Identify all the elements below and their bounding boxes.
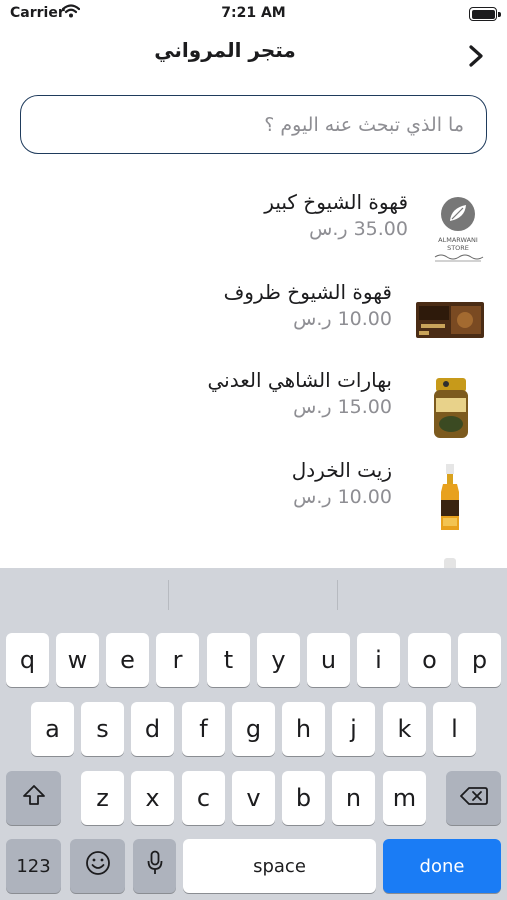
product-price: 10.00 ر.س	[293, 308, 392, 330]
product-text: زيت الخردل 10.00 ر.س	[292, 458, 392, 508]
emoji-key[interactable]	[70, 839, 125, 893]
battery-cap	[498, 12, 501, 17]
product-name: قهوة الشيوخ ظروف	[223, 280, 392, 304]
product-item[interactable]	[0, 548, 507, 570]
product-text: قهوة الشيوخ ظروف 10.00 ر.س	[224, 280, 392, 330]
product-item[interactable]: ALMARWANI STORE قهوة الشيوخ كبير 35.00 ر…	[0, 190, 507, 270]
shift-key[interactable]	[6, 771, 61, 825]
logo-text-line1: ALMARWANI	[438, 236, 478, 244]
product-text: بهارات الشاهي العدني 15.00 ر.س	[208, 368, 392, 418]
almarwani-store-logo: ALMARWANI STORE	[421, 194, 495, 266]
shift-icon	[22, 784, 46, 812]
product-text: قهوة الشيوخ كبير 35.00 ر.س	[264, 190, 408, 240]
search-box[interactable]	[20, 95, 487, 154]
key-h[interactable]: h	[282, 702, 325, 756]
product-list: ALMARWANI STORE قهوة الشيوخ كبير 35.00 ر…	[0, 190, 507, 570]
numbers-key[interactable]: 123	[6, 839, 61, 893]
product-item[interactable]: زيت الخردل 10.00 ر.س	[0, 458, 507, 538]
key-w[interactable]: w	[56, 633, 99, 687]
coffee-box-image	[413, 284, 487, 356]
spice-jar-image	[413, 372, 487, 444]
backspace-icon	[459, 784, 488, 812]
key-k[interactable]: k	[383, 702, 426, 756]
product-price: 10.00 ر.س	[293, 486, 392, 508]
key-s[interactable]: s	[81, 702, 124, 756]
key-n[interactable]: n	[332, 771, 375, 825]
key-i[interactable]: i	[357, 633, 400, 687]
microphone-icon	[147, 850, 163, 882]
search-input[interactable]	[21, 96, 486, 153]
key-u[interactable]: u	[307, 633, 350, 687]
key-g[interactable]: g	[232, 702, 275, 756]
product-item[interactable]: بهارات الشاهي العدني 15.00 ر.س	[0, 368, 507, 448]
suggestion-divider	[337, 580, 338, 610]
key-p[interactable]: p	[458, 633, 501, 687]
space-key[interactable]: space	[183, 839, 376, 893]
product-name: قهوة الشيوخ كبير	[264, 190, 408, 214]
key-m[interactable]: m	[383, 771, 426, 825]
page-title: متجر المرواني	[154, 38, 296, 62]
product-price: 35.00 ر.س	[309, 218, 408, 240]
oil-bottle-image	[413, 462, 487, 534]
key-e[interactable]: e	[106, 633, 149, 687]
logo-text-line2: STORE	[447, 244, 469, 252]
done-key[interactable]: done	[383, 839, 501, 893]
product-name: زيت الخردل	[291, 458, 392, 482]
emoji-icon	[85, 850, 111, 882]
key-z[interactable]: z	[81, 771, 124, 825]
key-t[interactable]: t	[207, 633, 250, 687]
suggestion-divider	[168, 580, 169, 610]
key-v[interactable]: v	[232, 771, 275, 825]
chevron-right-icon[interactable]	[463, 42, 489, 70]
battery-icon	[469, 7, 497, 21]
key-q[interactable]: q	[6, 633, 49, 687]
key-b[interactable]: b	[282, 771, 325, 825]
product-name: بهارات الشاهي العدني	[207, 368, 392, 392]
key-j[interactable]: j	[332, 702, 375, 756]
dictation-key[interactable]	[133, 839, 176, 893]
backspace-key[interactable]	[446, 771, 501, 825]
key-r[interactable]: r	[156, 633, 199, 687]
key-o[interactable]: o	[408, 633, 451, 687]
keyboard: q w e r t y u i o p a s d f g h j k l z …	[0, 568, 507, 900]
key-l[interactable]: l	[433, 702, 476, 756]
status-bar: Carrier 7:21 AM	[0, 0, 507, 30]
key-y[interactable]: y	[257, 633, 300, 687]
clock: 7:21 AM	[221, 5, 286, 21]
product-price: 15.00 ر.س	[293, 396, 392, 418]
key-x[interactable]: x	[131, 771, 174, 825]
key-d[interactable]: d	[131, 702, 174, 756]
product-item[interactable]: قهوة الشيوخ ظروف 10.00 ر.س	[0, 280, 507, 360]
key-f[interactable]: f	[182, 702, 225, 756]
key-a[interactable]: a	[31, 702, 74, 756]
key-c[interactable]: c	[182, 771, 225, 825]
